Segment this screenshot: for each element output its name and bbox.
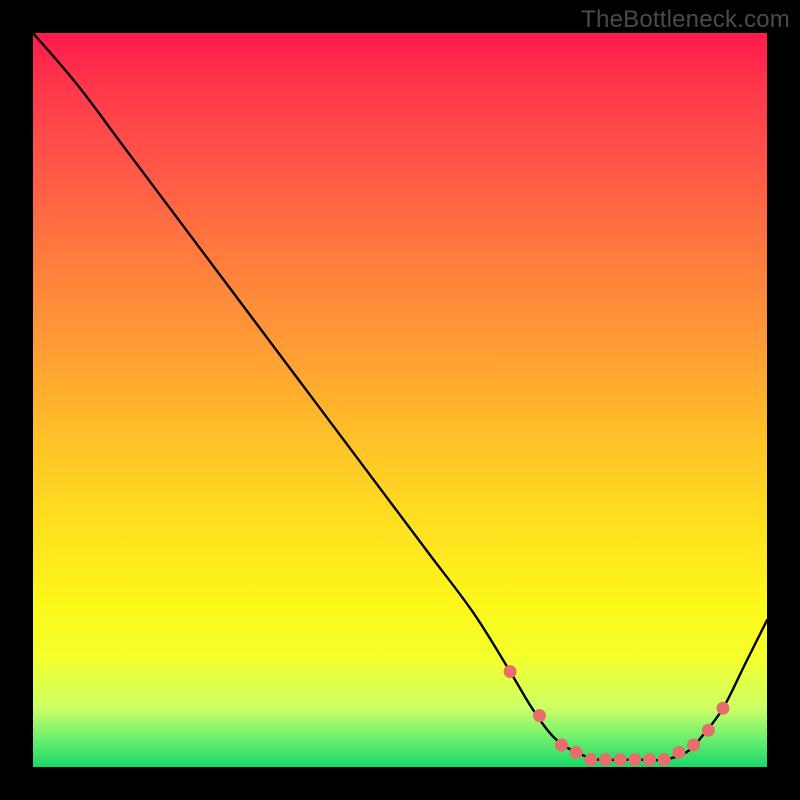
plot-area	[33, 33, 767, 767]
curve-marker	[599, 753, 612, 766]
curve-marker	[672, 746, 685, 759]
curve-marker	[716, 702, 729, 715]
curve-marker	[533, 709, 546, 722]
curve-svg	[33, 33, 767, 767]
curve-marker	[643, 753, 656, 766]
curve-marker	[614, 753, 627, 766]
curve-marker	[584, 753, 597, 766]
curve-marker	[687, 738, 700, 751]
curve-marker	[628, 753, 641, 766]
watermark-text: TheBottleneck.com	[581, 6, 790, 34]
curve-marker	[570, 746, 583, 759]
curve-marker	[555, 738, 568, 751]
curve-marker	[658, 753, 671, 766]
curve-marker	[504, 665, 517, 678]
curve-marker	[702, 724, 715, 737]
bottleneck-curve	[33, 33, 767, 760]
curve-markers	[504, 665, 730, 766]
chart-frame: TheBottleneck.com	[0, 0, 800, 800]
